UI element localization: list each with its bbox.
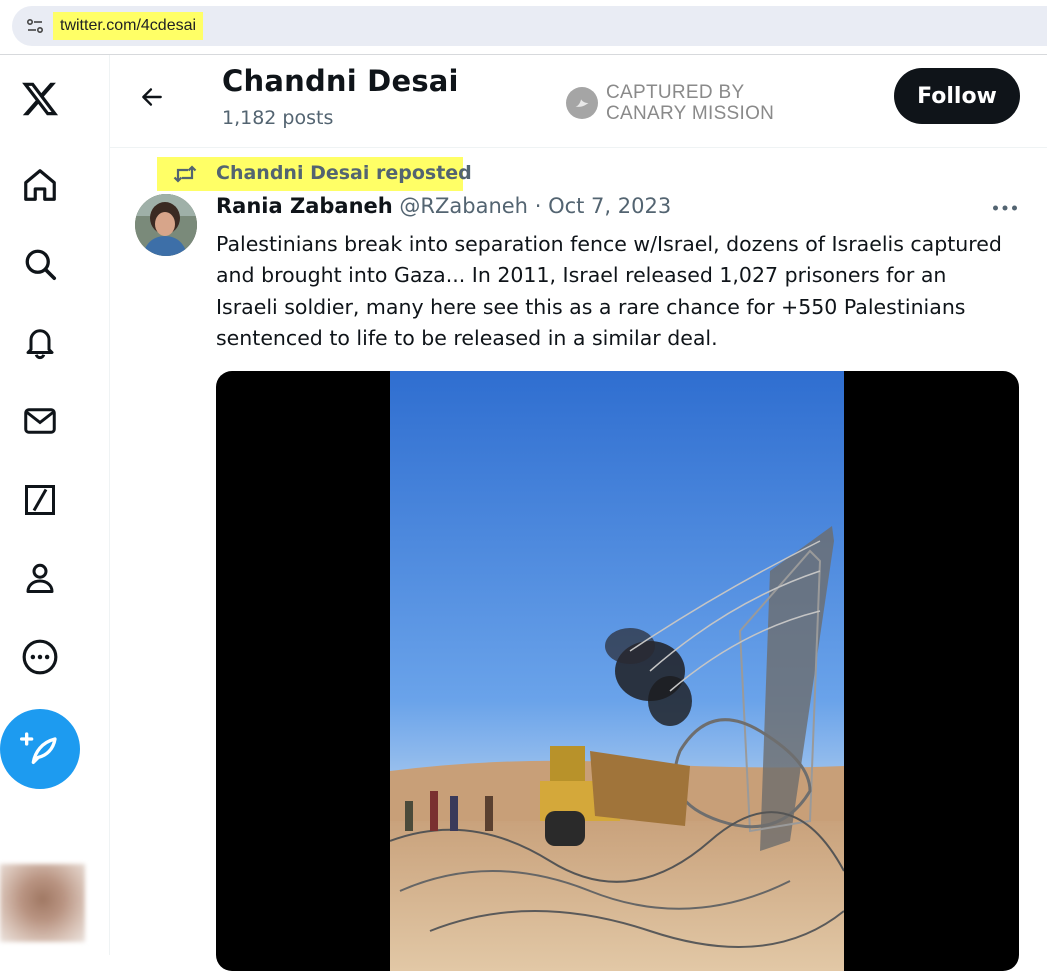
post-date[interactable]: Oct 7, 2023 <box>548 194 671 218</box>
post-text: Palestinians break into separation fence… <box>216 232 1002 350</box>
grok-icon[interactable] <box>20 480 60 520</box>
separator-dot: · <box>534 194 542 218</box>
search-icon[interactable] <box>20 244 60 284</box>
x-logo-icon[interactable] <box>20 79 60 119</box>
post-header: Rania Zabaneh @RZabaneh · Oct 7, 2023 <box>216 194 671 222</box>
arrow-left-icon <box>142 88 162 106</box>
profile-header: Chandni Desai 1,182 posts CAPTURED BY CA… <box>110 55 1047 148</box>
more-dots-icon <box>993 205 1017 211</box>
url-text[interactable]: twitter.com/4cdesai <box>53 12 204 40</box>
video-frame <box>390 371 844 971</box>
author-handle[interactable]: @RZabaneh <box>399 194 528 218</box>
repost-label[interactable]: Chandni Desai reposted <box>216 162 472 184</box>
back-button[interactable] <box>134 79 170 115</box>
repost-indicator: Chandni Desai reposted <box>157 157 472 191</box>
profile-icon[interactable] <box>20 558 60 598</box>
repost-icon <box>173 165 197 183</box>
profile-name: Chandni Desai <box>222 64 459 98</box>
post-video[interactable] <box>216 371 1019 971</box>
post-count: 1,182 posts <box>222 107 334 129</box>
watermark-line-1: CAPTURED BY <box>606 82 745 103</box>
site-settings-icon[interactable] <box>26 17 44 35</box>
browser-toolbar: twitter.com/4cdesai <box>0 0 1047 55</box>
more-icon[interactable] <box>20 637 60 677</box>
address-bar[interactable]: twitter.com/4cdesai <box>12 6 1047 46</box>
canary-logo-icon <box>566 87 598 119</box>
author-avatar[interactable] <box>135 194 197 256</box>
home-icon[interactable] <box>20 165 60 205</box>
author-name[interactable]: Rania Zabaneh <box>216 194 393 218</box>
follow-button[interactable]: Follow <box>894 68 1020 124</box>
post-more-button[interactable] <box>990 196 1020 220</box>
compose-button[interactable] <box>0 709 80 789</box>
compose-icon <box>20 732 57 764</box>
mail-icon[interactable] <box>20 401 60 441</box>
watermark-line-2: CANARY MISSION <box>606 103 775 124</box>
account-avatar[interactable] <box>0 864 85 942</box>
left-navigation <box>0 55 110 955</box>
bell-icon[interactable] <box>20 322 60 362</box>
canary-mission-watermark: CAPTURED BY CANARY MISSION <box>566 82 786 126</box>
